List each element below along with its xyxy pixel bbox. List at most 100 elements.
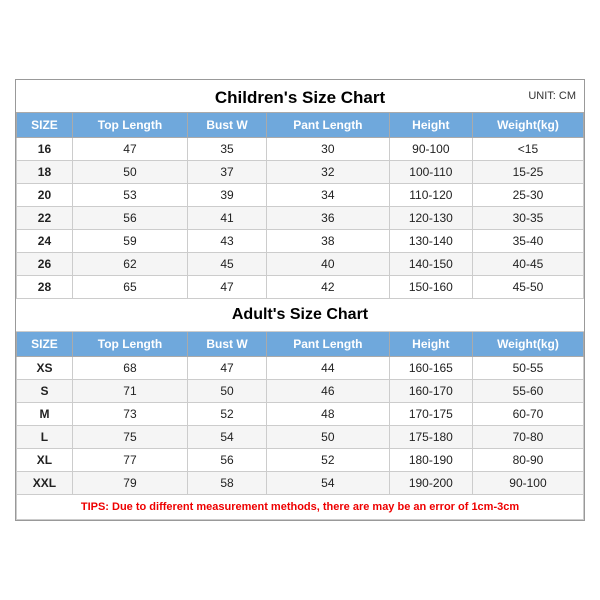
children-table-cell: 43	[188, 230, 267, 253]
children-table: SIZETop LengthBust WPant LengthHeightWei…	[16, 112, 584, 520]
adult-table-cell: 90-100	[472, 472, 583, 495]
chart-container: Children's Size Chart UNIT: CM SIZETop L…	[15, 79, 585, 521]
children-table-cell: 47	[188, 276, 267, 299]
children-table-cell: 38	[266, 230, 389, 253]
adult-col-header: Weight(kg)	[472, 332, 583, 357]
children-col-header: Bust W	[188, 113, 267, 138]
adult-table-cell: 190-200	[389, 472, 472, 495]
tips-row: TIPS: Due to different measurement metho…	[17, 495, 584, 520]
adult-table-row: M735248170-17560-70	[17, 403, 584, 426]
adult-col-header: Height	[389, 332, 472, 357]
adult-col-header: SIZE	[17, 332, 73, 357]
adult-table-cell: 160-165	[389, 357, 472, 380]
children-body: 1647353090-100<1518503732100-11015-25205…	[17, 138, 584, 299]
children-table-cell: 42	[266, 276, 389, 299]
children-table-cell: 90-100	[389, 138, 472, 161]
adult-table-row: L755450175-18070-80	[17, 426, 584, 449]
children-col-header: Top Length	[72, 113, 187, 138]
adult-table-row: XS684744160-16550-55	[17, 357, 584, 380]
adult-table-row: S715046160-17055-60	[17, 380, 584, 403]
children-table-cell: 25-30	[472, 184, 583, 207]
children-table-cell: 15-25	[472, 161, 583, 184]
adult-table-cell: 55-60	[472, 380, 583, 403]
adult-table-cell: 52	[188, 403, 267, 426]
children-table-cell: 65	[72, 276, 187, 299]
children-table-cell: 47	[72, 138, 187, 161]
adult-table-row: XL775652180-19080-90	[17, 449, 584, 472]
adult-table-cell: 175-180	[389, 426, 472, 449]
children-table-row: 26624540140-15040-45	[17, 253, 584, 276]
adult-table-cell: L	[17, 426, 73, 449]
children-table-cell: 35	[188, 138, 267, 161]
children-table-cell: 28	[17, 276, 73, 299]
unit-label: UNIT: CM	[528, 90, 576, 102]
children-table-row: 20533934110-12025-30	[17, 184, 584, 207]
children-table-cell: 26	[17, 253, 73, 276]
children-table-cell: 45	[188, 253, 267, 276]
children-table-cell: 35-40	[472, 230, 583, 253]
adult-table-cell: M	[17, 403, 73, 426]
adult-table-cell: 44	[266, 357, 389, 380]
adult-col-header: Pant Length	[266, 332, 389, 357]
children-table-cell: 62	[72, 253, 187, 276]
adult-table-cell: XXL	[17, 472, 73, 495]
children-table-cell: 22	[17, 207, 73, 230]
adult-table-cell: 52	[266, 449, 389, 472]
children-table-cell: 53	[72, 184, 187, 207]
children-table-cell: 110-120	[389, 184, 472, 207]
children-table-cell: 34	[266, 184, 389, 207]
children-table-cell: 37	[188, 161, 267, 184]
children-col-header: Height	[389, 113, 472, 138]
children-table-cell: 39	[188, 184, 267, 207]
adult-table-cell: 50	[266, 426, 389, 449]
adult-table-cell: 58	[188, 472, 267, 495]
children-table-cell: 41	[188, 207, 267, 230]
children-col-header: Weight(kg)	[472, 113, 583, 138]
children-table-cell: 56	[72, 207, 187, 230]
adult-chart-title: Adult's Size Chart	[17, 299, 584, 332]
children-table-cell: 120-130	[389, 207, 472, 230]
children-table-row: 28654742150-16045-50	[17, 276, 584, 299]
adult-table-cell: S	[17, 380, 73, 403]
adult-table-cell: 180-190	[389, 449, 472, 472]
adult-table-cell: XL	[17, 449, 73, 472]
adult-table-cell: 50	[188, 380, 267, 403]
children-table-cell: 18	[17, 161, 73, 184]
children-table-row: 1647353090-100<15	[17, 138, 584, 161]
children-col-header: SIZE	[17, 113, 73, 138]
adult-table-cell: 79	[72, 472, 187, 495]
children-table-cell: 150-160	[389, 276, 472, 299]
adult-table-cell: 80-90	[472, 449, 583, 472]
adult-col-header: Top Length	[72, 332, 187, 357]
adult-table-cell: 56	[188, 449, 267, 472]
children-header-row: SIZETop LengthBust WPant LengthHeightWei…	[17, 113, 584, 138]
adult-table-row: XXL795854190-20090-100	[17, 472, 584, 495]
adult-table-cell: 70-80	[472, 426, 583, 449]
adult-table-cell: 77	[72, 449, 187, 472]
adult-table-cell: 47	[188, 357, 267, 380]
adult-table-cell: XS	[17, 357, 73, 380]
children-col-header: Pant Length	[266, 113, 389, 138]
children-table-cell: 20	[17, 184, 73, 207]
adult-table-cell: 60-70	[472, 403, 583, 426]
children-chart-title: Children's Size Chart	[215, 88, 385, 107]
children-table-cell: 130-140	[389, 230, 472, 253]
adult-table-cell: 71	[72, 380, 187, 403]
children-table-row: 24594338130-14035-40	[17, 230, 584, 253]
children-table-cell: 30-35	[472, 207, 583, 230]
children-table-row: 22564136120-13030-35	[17, 207, 584, 230]
children-table-cell: 50	[72, 161, 187, 184]
adult-col-header: Bust W	[188, 332, 267, 357]
adult-table-cell: 160-170	[389, 380, 472, 403]
children-table-cell: 16	[17, 138, 73, 161]
adult-table-cell: 46	[266, 380, 389, 403]
adult-table-cell: 68	[72, 357, 187, 380]
children-table-cell: 140-150	[389, 253, 472, 276]
children-table-cell: 59	[72, 230, 187, 253]
adult-header-row: SIZETop LengthBust WPant LengthHeightWei…	[17, 332, 584, 357]
adult-table-cell: 75	[72, 426, 187, 449]
adult-body: XS684744160-16550-55S715046160-17055-60M…	[17, 357, 584, 495]
adult-table-cell: 170-175	[389, 403, 472, 426]
children-table-cell: 40-45	[472, 253, 583, 276]
adult-table-cell: 54	[266, 472, 389, 495]
